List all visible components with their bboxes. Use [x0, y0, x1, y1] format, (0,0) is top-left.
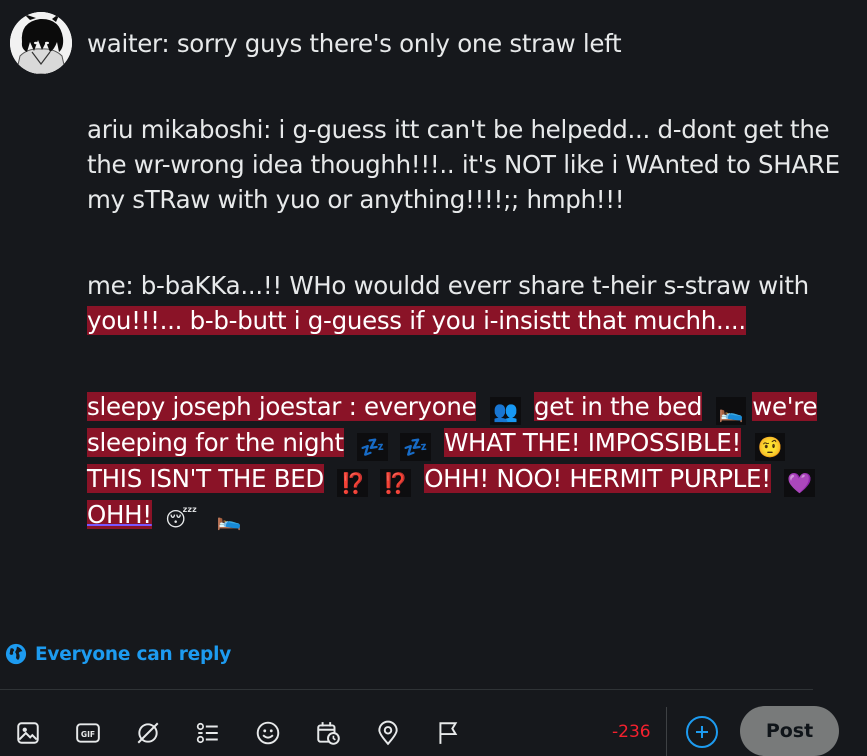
image-icon — [17, 722, 39, 744]
location-button[interactable] — [373, 718, 403, 748]
highlighted-text: OHH! NOO! HERMIT PURPLE! — [424, 464, 771, 493]
emoji-icon — [256, 721, 280, 745]
gif-label: GIF — [81, 730, 95, 739]
image-button[interactable] — [13, 718, 43, 748]
sleeping-face-emoji: 😴 — [165, 507, 198, 531]
compose-toolbar: GIF — [0, 706, 867, 756]
highlighted-text: you!!!... b-b-butt i g-guess if you i-in… — [87, 306, 746, 335]
bed-emoji: 🛌 — [216, 507, 242, 531]
flag-button[interactable] — [433, 718, 463, 748]
gif-button[interactable]: GIF — [73, 718, 103, 748]
avatar[interactable] — [10, 12, 72, 74]
raised-eyebrow-emoji: 🤨 — [754, 433, 786, 461]
globe-icon — [5, 643, 27, 665]
post-line-joseph: sleepy joseph joestar : everyone 👥 get i… — [87, 389, 847, 533]
purple-heart-emoji: 💜 — [784, 469, 815, 497]
add-post-button[interactable] — [686, 716, 718, 748]
bed-emoji: 🛌 — [715, 397, 747, 425]
toolbar-separator — [666, 707, 667, 756]
people-emoji: 👥 — [489, 397, 521, 425]
schedule-button[interactable] — [313, 718, 343, 748]
gif-icon: GIF — [76, 723, 100, 743]
post-line-waiter: waiter: sorry guys there's only one stra… — [87, 29, 622, 58]
emoji-button[interactable] — [253, 718, 283, 748]
character-count: -236 — [612, 722, 651, 742]
misspelled-word[interactable]: OHH! — [87, 500, 152, 529]
highlighted-text: WHAT THE! IMPOSSIBLE! — [444, 428, 742, 457]
plus-icon — [696, 726, 708, 738]
grok-button[interactable] — [133, 718, 163, 748]
interrobang-emoji: ⁉️ — [337, 469, 369, 497]
zzz-emoji: 💤 — [399, 433, 431, 461]
post-line-me: me: b-baKKa...!! WHo wouldd everr share … — [87, 268, 847, 338]
flag-icon — [439, 722, 458, 744]
divider — [0, 689, 813, 690]
post-line-ariu: ariu mikaboshi: i g-guess itt can't be h… — [87, 115, 840, 214]
schedule-icon — [317, 722, 340, 745]
zzz-emoji: 💤 — [357, 433, 388, 461]
post-line-me-plain: me: b-baKKa...!! WHo wouldd everr share … — [87, 271, 809, 300]
grok-icon — [137, 722, 159, 744]
interrobang-emoji: ⁉️ — [380, 469, 411, 497]
post-body: waiter: sorry guys there's only one stra… — [87, 26, 847, 584]
poll-button[interactable] — [193, 718, 223, 748]
reply-setting-label: Everyone can reply — [35, 643, 232, 665]
poll-icon — [196, 722, 218, 744]
highlighted-text: get in the bed — [534, 392, 703, 421]
highlighted-text: THIS ISN'T THE BED — [87, 464, 324, 493]
post-button[interactable]: Post — [740, 706, 839, 756]
highlighted-text: sleepy joseph joestar : everyone — [87, 392, 477, 421]
location-icon — [378, 720, 398, 746]
reply-setting-button[interactable]: Everyone can reply — [5, 642, 231, 666]
avatar-image — [10, 12, 72, 74]
